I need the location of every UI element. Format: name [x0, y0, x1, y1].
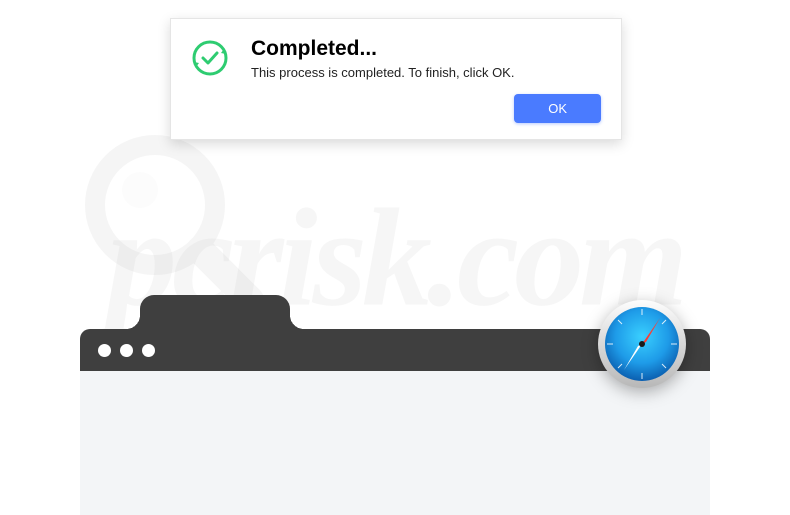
close-icon[interactable]: [98, 344, 111, 357]
safari-icon: [596, 298, 688, 395]
maximize-icon[interactable]: [142, 344, 155, 357]
ok-button[interactable]: OK: [514, 94, 601, 123]
browser-tab[interactable]: [140, 295, 290, 329]
success-check-icon: [191, 39, 229, 82]
dialog-title: Completed...: [251, 37, 601, 61]
dialog-message: This process is completed. To finish, cl…: [251, 65, 601, 80]
completion-dialog: Completed... This process is completed. …: [170, 18, 622, 140]
minimize-icon[interactable]: [120, 344, 133, 357]
